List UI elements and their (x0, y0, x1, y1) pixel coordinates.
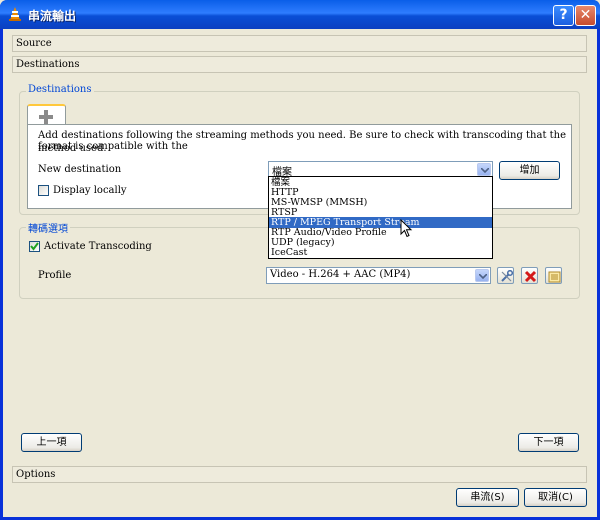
profile-value: Video - H.264 + AAC (MP4) (270, 269, 411, 280)
title-bar[interactable]: 串流輸出 ? ✕ (0, 0, 600, 29)
profile-select[interactable]: Video - H.264 + AAC (MP4) (266, 267, 491, 284)
plus-icon (39, 110, 53, 124)
vlc-cone-icon (7, 6, 23, 22)
activate-transcoding-label: Activate Transcoding (44, 241, 152, 252)
back-button[interactable]: 上一項 (21, 433, 82, 452)
close-button[interactable]: ✕ (575, 5, 596, 26)
add-destination-button[interactable]: 增加 (499, 161, 560, 180)
edit-profile-button[interactable] (497, 267, 514, 284)
section-source[interactable]: Source (12, 35, 587, 52)
dropdown-option[interactable]: IceCast (269, 247, 492, 258)
profile-label: Profile (38, 270, 72, 281)
destinations-description-line1: Add destinations following the streaming… (38, 130, 567, 152)
transcoding-group-title: 轉碼選項 (26, 220, 70, 235)
display-locally-checkbox[interactable] (38, 185, 49, 196)
next-button[interactable]: 下一項 (518, 433, 579, 452)
destination-dropdown-list[interactable]: 檔案 HTTP MS-WMSP (MMSH) RTSP RTP / MPEG T… (268, 176, 493, 259)
display-locally-label: Display locally (53, 185, 127, 196)
destinations-group-title: Destinations (26, 84, 94, 95)
tab-add-destination[interactable] (27, 104, 66, 125)
chevron-down-icon[interactable] (475, 269, 489, 282)
delete-profile-button[interactable] (521, 267, 538, 284)
destinations-description-line2: method used. (38, 143, 107, 154)
help-button[interactable]: ? (553, 5, 574, 26)
new-profile-button[interactable] (545, 267, 562, 284)
wrench-icon (501, 270, 513, 282)
section-destinations[interactable]: Destinations (12, 56, 587, 73)
chevron-down-icon[interactable] (477, 163, 491, 176)
window-title: 串流輸出 (28, 9, 77, 23)
stream-button[interactable]: 串流(S) (456, 488, 519, 507)
mouse-cursor-icon (400, 219, 413, 238)
delete-icon (524, 270, 537, 283)
cancel-button[interactable]: 取消(C) (524, 488, 587, 507)
new-profile-icon (548, 271, 561, 283)
new-destination-label: New destination (38, 164, 122, 175)
section-options[interactable]: Options (12, 466, 587, 483)
checkmark-icon (30, 242, 39, 251)
activate-transcoding-checkbox[interactable] (29, 241, 40, 252)
